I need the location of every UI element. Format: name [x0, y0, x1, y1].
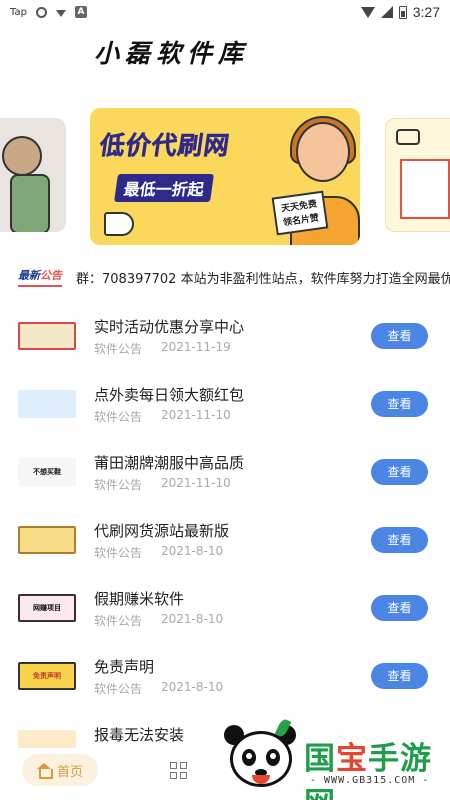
item-title: 代刷网货源站最新版 — [94, 522, 230, 540]
view-button[interactable]: 查看 — [371, 459, 428, 485]
list-item[interactable]: 免责声明 免责声明 软件公告 2021-8-10 查看 — [0, 650, 450, 710]
nav-home-label: 首页 — [56, 764, 83, 780]
view-button[interactable]: 查看 — [371, 663, 428, 689]
item-date: 2021-11-19 — [161, 340, 231, 354]
view-button[interactable]: 查看 — [371, 527, 428, 553]
banner-sign: 天天免费 领名片赞 — [271, 190, 329, 236]
list-item[interactable]: 点外卖每日领大额红包 软件公告 2021-11-10 查看 — [0, 378, 450, 438]
item-thumbnail — [18, 390, 76, 418]
download-icon — [55, 9, 66, 17]
banner-figure-head — [2, 136, 42, 176]
item-title: 假期赚米软件 — [94, 590, 185, 608]
item-category: 软件公告 — [94, 614, 143, 628]
item-title: 报毒无法安装 — [94, 726, 185, 744]
page-title: 小磊软件库 — [94, 39, 250, 68]
tap-label: Tap — [10, 6, 27, 18]
home-icon — [36, 763, 53, 779]
item-date: 2021-8-10 — [161, 612, 224, 626]
item-thumbnail: 免责声明 — [18, 662, 76, 690]
banner-slide-prev[interactable] — [0, 118, 66, 232]
battery-icon — [398, 5, 407, 19]
notice-bar[interactable]: 最新公告 群：708397702 本站为非盈利性站点，软件库努力打造全网最优 — [18, 266, 450, 288]
notice-badge: 最新公告 — [18, 267, 62, 287]
banner-headline: 低价代刷网 — [97, 131, 233, 161]
panda-logo-icon — [224, 717, 298, 791]
banner-girl-face — [296, 122, 350, 182]
item-date: 2021-8-10 — [161, 680, 224, 694]
banner-subline: 最低一折起 — [114, 174, 214, 202]
item-category: 软件公告 — [94, 478, 143, 492]
signal-icon — [380, 6, 393, 18]
view-button[interactable]: 查看 — [371, 323, 428, 349]
item-date: 2021-11-10 — [161, 408, 231, 422]
thumbnail-label: 网赚项目 — [33, 604, 61, 612]
item-date: 2021-8-10 — [161, 544, 224, 558]
notice-badge-part1: 最新 — [18, 269, 40, 282]
banner-slide-current[interactable]: 低价代刷网 最低一折起 天天免费 领名片赞 — [90, 108, 360, 245]
watermark-brand: 国宝手游网 — [304, 733, 450, 800]
banner-figure-body — [10, 174, 50, 232]
status-left: Tap A — [10, 6, 87, 18]
item-category: 软件公告 — [94, 546, 143, 560]
list-item[interactable]: 实时活动优惠分享中心 软件公告 2021-11-19 查看 — [0, 310, 450, 370]
status-bar: Tap A 3:27 — [0, 0, 450, 24]
item-thumbnail: 不想买鞋 — [18, 458, 76, 486]
thumbnail-label: 免责声明 — [33, 672, 61, 680]
list-item[interactable]: 代刷网货源站最新版 软件公告 2021-8-10 查看 — [0, 514, 450, 574]
watermark-brand-part2: 宝 — [336, 741, 368, 777]
item-category: 软件公告 — [94, 342, 143, 356]
item-title: 免责声明 — [94, 658, 155, 676]
status-time: 3:27 — [412, 4, 440, 20]
list-item[interactable]: 网赚项目 假期赚米软件 软件公告 2021-8-10 查看 — [0, 582, 450, 642]
apps-grid-icon[interactable] — [170, 762, 187, 779]
item-thumbnail — [18, 526, 76, 554]
banner-next-megaphone-icon — [396, 129, 420, 145]
item-date: 2021-11-10 — [161, 476, 231, 490]
banner-slide-next[interactable] — [385, 118, 450, 232]
view-button[interactable]: 查看 — [371, 595, 428, 621]
watermark-brand-part1: 国 — [304, 741, 336, 777]
item-title: 实时活动优惠分享中心 — [94, 318, 245, 336]
thumbnail-label: 不想买鞋 — [33, 468, 61, 476]
status-right: 3:27 — [360, 4, 440, 20]
list-item[interactable]: 不想买鞋 莆田潮牌潮服中高品质 软件公告 2021-11-10 查看 — [0, 446, 450, 506]
item-category: 软件公告 — [94, 682, 143, 696]
notice-badge-part2: 公告 — [40, 269, 62, 282]
megaphone-icon — [104, 212, 134, 236]
item-category: 软件公告 — [94, 410, 143, 424]
circle-icon — [35, 6, 47, 18]
view-button[interactable]: 查看 — [371, 391, 428, 417]
watermark-url: - WWW.GB315.COM - — [310, 775, 430, 786]
item-thumbnail: 网赚项目 — [18, 594, 76, 622]
banner-next-board — [400, 159, 450, 219]
wifi-icon — [360, 7, 375, 18]
notice-text: 群：708397702 本站为非盈利性站点，软件库努力打造全网最优 — [76, 271, 450, 287]
item-thumbnail — [18, 322, 76, 350]
item-title: 点外卖每日领大额红包 — [94, 386, 245, 404]
item-title: 莆田潮牌潮服中高品质 — [94, 454, 245, 472]
a-icon: A — [74, 6, 87, 18]
nav-home-tab[interactable]: 首页 — [22, 754, 98, 786]
watermark: 国宝手游网 - WWW.GB315.COM - — [212, 705, 450, 800]
